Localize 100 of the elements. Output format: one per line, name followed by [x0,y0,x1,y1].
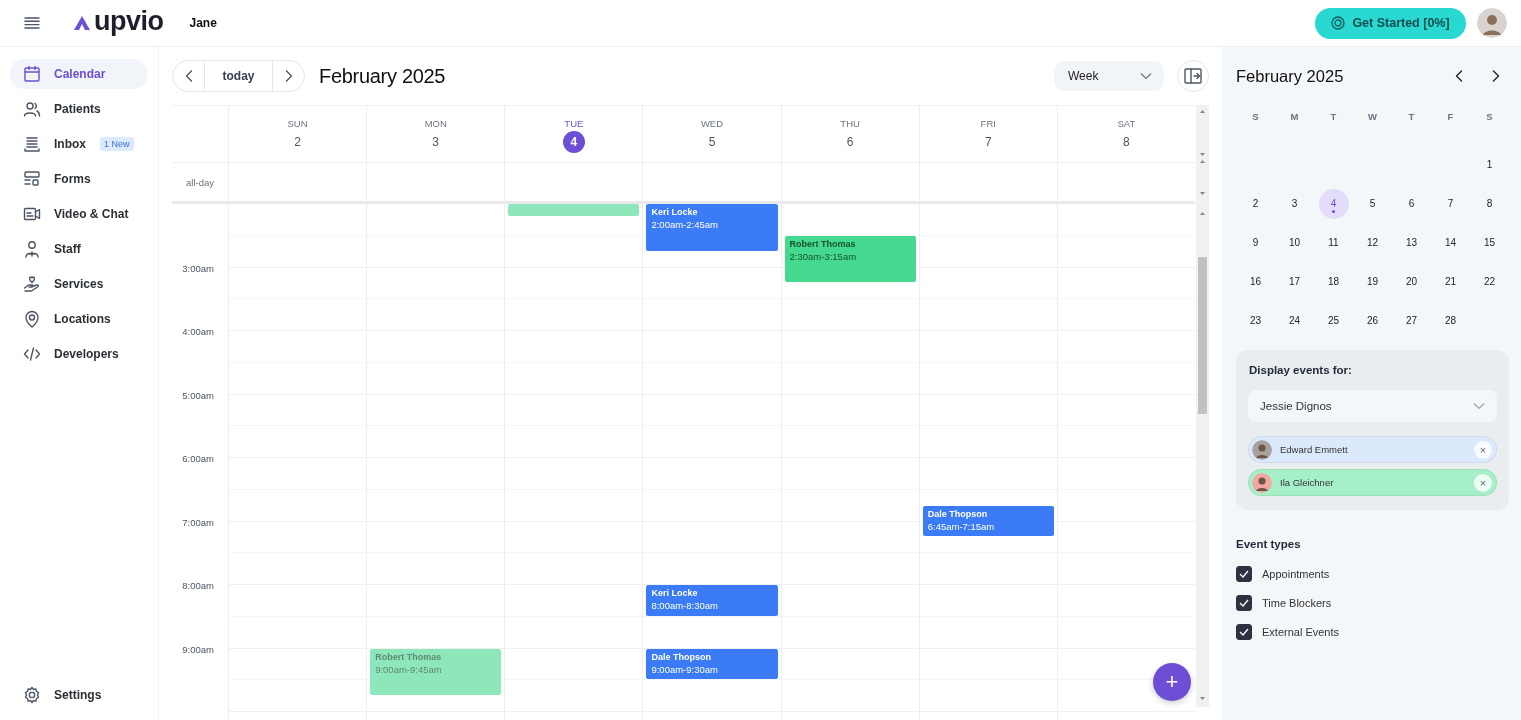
checkbox-label: Appointments [1262,567,1330,580]
remove-button[interactable]: × [1474,440,1492,459]
nav-item[interactable]: Locations [10,304,147,334]
date-cell[interactable]: 15 [1474,227,1505,258]
date-cell[interactable]: 21 [1435,266,1466,297]
date-cell[interactable]: 7 [1435,188,1466,219]
scrollbar[interactable] [1196,105,1209,707]
add-button[interactable]: + [1153,663,1191,701]
day-header[interactable]: TUE 4 [504,106,643,162]
target-icon [1331,16,1346,30]
day-header[interactable]: SAT 8 [1056,106,1195,162]
date-cell[interactable]: 9 [1240,227,1271,258]
weekday-label: M [1290,111,1299,122]
event-block[interactable]: Keri Locke 2:00am-2:45am [646,204,778,251]
weekday-label: F [1447,111,1454,122]
nav-item[interactable]: Inbox 1 New [10,129,147,159]
checkbox-label: Time Blockers [1262,596,1332,609]
date-cell[interactable]: 11 [1318,227,1349,258]
date-cell[interactable]: 25 [1318,305,1349,336]
logo-icon [73,15,91,31]
nav-item[interactable]: Video & Chat [10,199,147,229]
staff-chip[interactable]: Ila Gleichner × [1248,469,1497,496]
avatar[interactable] [1477,8,1507,38]
date-cell[interactable]: 2 [1240,188,1271,219]
get-started-button[interactable]: Get Started [0%] [1315,7,1466,39]
remove-button[interactable]: × [1474,473,1492,492]
day-header[interactable]: MON 3 [366,106,505,162]
chevron-down-icon [1140,72,1152,80]
nav-item[interactable]: Forms [10,164,147,194]
date-cell[interactable]: 16 [1240,266,1271,297]
date-cell[interactable]: 19 [1357,266,1388,297]
nav-item[interactable]: Developers [10,339,147,369]
day-header[interactable]: SUN 2 [228,106,367,162]
people-icon [23,100,41,118]
view-dropdown[interactable]: Week [1054,61,1164,91]
date-cell[interactable]: 14 [1435,227,1466,258]
weekday-label: S [1486,111,1493,122]
chevron-right-icon [284,70,293,82]
filter-label: Display events for: [1249,364,1353,376]
gear-icon [23,686,41,704]
location-pin-icon [23,310,41,328]
weekday-label: T [1408,111,1415,122]
video-icon [23,205,41,223]
date-cell[interactable]: 10 [1279,227,1310,258]
date-cell[interactable]: 20 [1396,266,1427,297]
check-icon [1239,598,1249,607]
day-header[interactable]: WED 5 [642,106,781,162]
date-cell[interactable]: 12 [1357,227,1388,258]
date-cell[interactable]: 26 [1357,305,1388,336]
time-label: 7:00am [182,516,214,530]
weekday-label: T [1330,111,1337,122]
date-cell[interactable]: 3 [1279,188,1310,219]
day-header[interactable]: THU 6 [780,106,919,162]
chevron-down-icon [1473,402,1485,410]
date-cell[interactable]: 1 [1474,149,1505,180]
checkbox[interactable] [1236,594,1252,611]
date-cell[interactable]: 6 [1396,188,1427,219]
weekday-label: W [1368,111,1377,122]
event-block[interactable]: Keri Locke 8:00am-8:30am [646,585,778,616]
time-label: 4:00am [182,326,214,339]
time-label: 5:00am [182,389,214,403]
date-cell[interactable]: 17 [1279,266,1310,297]
date-cell[interactable]: 27 [1396,305,1427,336]
checkbox[interactable] [1236,565,1252,582]
menu-icon[interactable] [24,16,40,30]
date-cell[interactable]: 23 [1240,305,1271,336]
event-block[interactable]: Dale Thopson 6:45am-7:15am [922,505,1054,537]
staff-dropdown[interactable]: Jessie Dignos [1248,390,1497,422]
check-icon [1239,569,1249,578]
chevron-left-icon [184,70,193,82]
calendar-title: February 2025 [319,64,446,88]
nav-item[interactable]: Settings [10,680,147,710]
day-header[interactable]: FRI 7 [918,106,1057,162]
staff-chip[interactable]: Edward Emmett × [1248,436,1497,463]
time-label: 9:00am [182,643,214,657]
date-cell[interactable]: 5 [1357,188,1388,219]
nav-item[interactable]: Calendar [10,59,147,89]
date-cell[interactable]: 4 [1318,188,1349,219]
checkbox[interactable] [1236,623,1252,640]
checkbox-label: External Events [1262,625,1340,638]
avatar [1252,439,1272,460]
date-cell[interactable]: 8 [1474,188,1505,219]
time-label: 8:00am [182,580,214,593]
date-cell[interactable]: 13 [1396,227,1427,258]
date-cell[interactable]: 22 [1474,266,1505,297]
avatar [1252,472,1272,493]
date-cell[interactable]: 24 [1279,305,1310,336]
user-name: Jane [189,16,217,30]
nav-item[interactable]: Patients [10,94,147,124]
event-block[interactable]: Dale Thopson 9:00am-9:30am [646,648,778,680]
code-icon [23,345,41,363]
event-block[interactable]: Robert Thomas 2:30am-3:15am [784,235,916,283]
nav-item[interactable]: Services [10,269,147,299]
date-cell[interactable]: 18 [1318,266,1349,297]
nav-item[interactable]: Staff [10,234,147,264]
time-label: 3:00am [182,262,214,276]
date-cell[interactable]: 28 [1435,305,1466,336]
check-icon [1239,627,1249,636]
person-plus-icon [23,240,41,258]
form-icon [23,170,41,188]
